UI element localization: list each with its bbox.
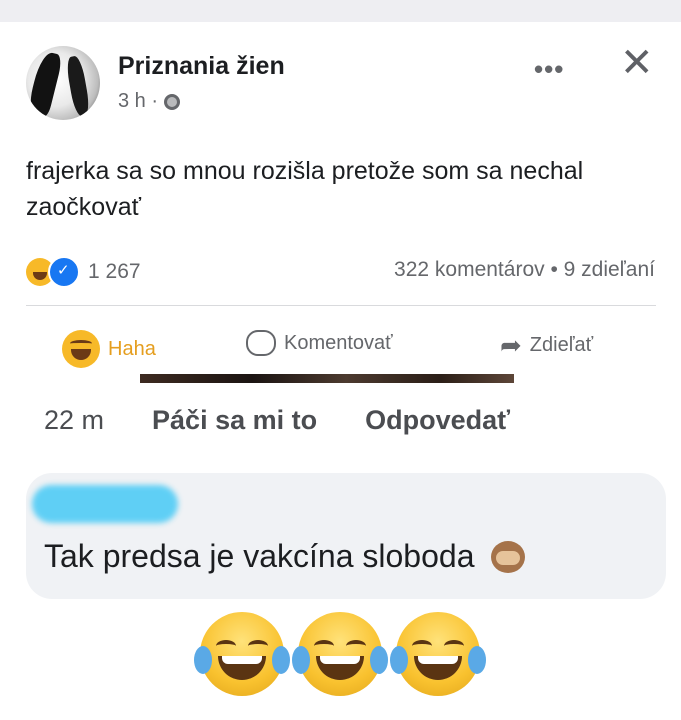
reaction-summary[interactable]: 1 267 — [26, 256, 141, 288]
page-avatar[interactable] — [26, 46, 100, 120]
face-with-tears-of-joy-icon — [292, 612, 388, 696]
see-no-evil-monkey-icon — [491, 541, 526, 573]
action-bar: Haha Komentovať ➦ Zdieľať — [26, 330, 656, 372]
blurred-author-name — [32, 485, 178, 523]
haha-icon — [62, 330, 100, 368]
comment-body: Tak predsa je vakcína sloboda — [44, 538, 475, 574]
close-button[interactable]: ✕ — [620, 40, 654, 86]
emoji-row — [194, 612, 486, 696]
like-comment-button[interactable]: Páči sa mi to — [152, 405, 317, 436]
haha-label: Haha — [108, 337, 156, 360]
post-text: frajerka sa so mnou rozišla pretože som … — [26, 157, 584, 221]
more-options-button[interactable]: ••• — [534, 54, 564, 85]
face-with-tears-of-joy-icon — [194, 612, 290, 696]
face-with-tears-of-joy-icon — [390, 612, 486, 696]
avatar-shape — [64, 55, 92, 117]
like-icon — [48, 256, 80, 288]
haha-button[interactable]: Haha — [62, 330, 156, 368]
comment-button[interactable]: Komentovať — [246, 330, 393, 356]
page-name[interactable]: Priznania žien — [118, 52, 285, 81]
share-label: Zdieľať — [529, 334, 594, 356]
reaction-count: 1 267 — [88, 260, 141, 283]
top-strip — [0, 0, 681, 22]
comment-time: 22 m — [44, 405, 105, 435]
avatar-shape — [26, 50, 64, 118]
image-strip — [140, 374, 514, 383]
post-stats[interactable]: 322 komentárov • 9 zdieľaní — [394, 258, 655, 282]
comment-icon — [246, 330, 276, 356]
divider — [26, 305, 656, 306]
reply-button[interactable]: Odpovedať — [365, 405, 510, 436]
post-meta: 3 h · — [118, 90, 181, 113]
comment-meta: 22 m Páči sa mi to Odpovedať — [44, 405, 510, 436]
post-time: 3 h · — [118, 90, 159, 112]
share-icon: ➦ — [500, 330, 522, 360]
globe-icon — [164, 93, 181, 110]
comment-label: Komentovať — [284, 331, 393, 354]
share-button[interactable]: ➦ Zdieľať — [500, 330, 593, 361]
comment-text: Tak predsa je vakcína sloboda — [44, 538, 526, 575]
